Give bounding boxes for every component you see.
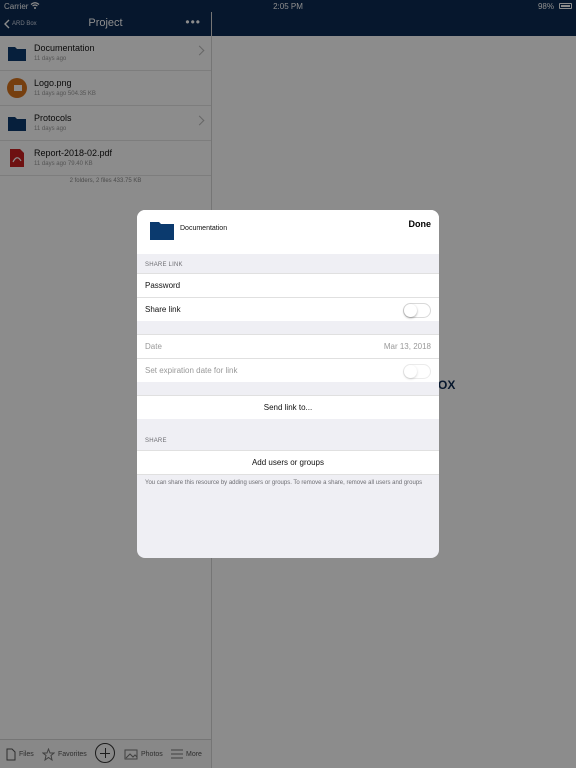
password-label: Password — [145, 281, 181, 290]
send-link-button[interactable]: Send link to... — [137, 395, 439, 419]
date-value: Mar 13, 2018 — [383, 342, 431, 351]
share-dialog: Documentation Done SHARE LINK Password S… — [137, 210, 439, 558]
share-section-header: SHARE — [145, 438, 167, 444]
share-link-label: Share link — [145, 305, 181, 314]
send-link-label: Send link to... — [263, 403, 313, 412]
expiration-row: Set expiration date for link — [137, 358, 439, 382]
dialog-header: Documentation Done — [137, 210, 439, 254]
add-users-label: Add users or groups — [251, 458, 325, 467]
expiration-toggle[interactable] — [403, 364, 431, 379]
add-users-button[interactable]: Add users or groups — [137, 450, 439, 475]
share-link-toggle[interactable] — [403, 303, 431, 318]
date-label: Date — [145, 342, 162, 351]
dialog-title: Documentation — [180, 225, 228, 232]
password-row[interactable]: Password — [137, 273, 439, 297]
share-link-row: Share link — [137, 297, 439, 321]
share-link-section-header: SHARE LINK — [145, 262, 183, 268]
expiration-label: Set expiration date for link — [145, 366, 238, 375]
date-row[interactable]: Date Mar 13, 2018 — [137, 334, 439, 358]
folder-icon — [150, 222, 174, 240]
done-button[interactable]: Done — [409, 219, 432, 229]
share-footnote: You can share this resource by adding us… — [145, 480, 423, 486]
